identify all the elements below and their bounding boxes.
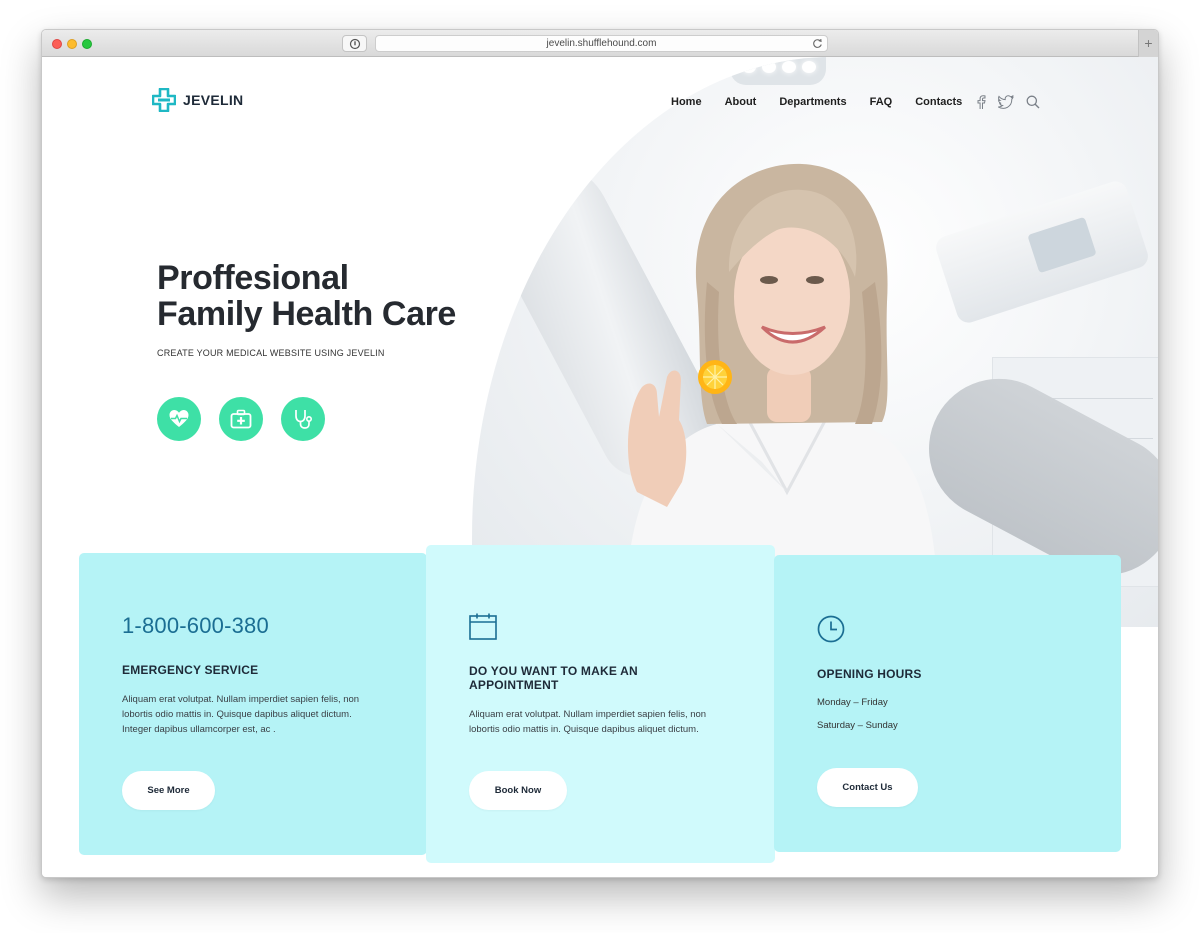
calendar-icon xyxy=(469,613,497,640)
first-aid-kit-icon xyxy=(230,409,252,429)
emergency-text-line: Integer dapibus ullamcorper est, ac . xyxy=(122,724,276,735)
hero-subtitle: CREATE YOUR MEDICAL WEBSITE USING JEVELI… xyxy=(157,348,385,358)
appointment-title: DO YOU WANT TO MAKE AN APPOINTMENT xyxy=(469,664,638,692)
appointment-text-line: Aliquam erat volutpat. Nullam imperdiet … xyxy=(469,709,707,720)
dental-lamp xyxy=(730,57,826,85)
maximize-window-button[interactable] xyxy=(82,39,92,49)
facebook-icon[interactable] xyxy=(976,95,986,109)
nav-about[interactable]: About xyxy=(725,96,757,108)
emergency-service-card: 1-800-600-380 EMERGENCY SERVICE Aliquam … xyxy=(79,553,427,855)
emergency-service-title: EMERGENCY SERVICE xyxy=(122,663,259,677)
shield-icon xyxy=(349,38,361,50)
nav-faq[interactable]: FAQ xyxy=(870,96,893,108)
brand-name: JEVELIN xyxy=(183,92,244,108)
twitter-icon[interactable] xyxy=(998,95,1015,109)
hero-title-line-2: Family Health Care xyxy=(157,295,456,333)
opening-hours-title: OPENING HOURS xyxy=(817,667,922,681)
hours-weekdays: Monday – Friday xyxy=(817,697,888,708)
hours-weekend: Saturday – Sunday xyxy=(817,720,898,731)
appointment-title-line: DO YOU WANT TO MAKE AN xyxy=(469,664,638,678)
appointment-card: DO YOU WANT TO MAKE AN APPOINTMENT Aliqu… xyxy=(426,545,775,863)
close-window-button[interactable] xyxy=(52,39,62,49)
minimize-window-button[interactable] xyxy=(67,39,77,49)
privacy-button[interactable] xyxy=(342,35,367,52)
page: JEVELIN Home About Departments FAQ Conta… xyxy=(42,57,1158,877)
hero-feature-icons xyxy=(157,397,343,441)
address-bar[interactable]: jevelin.shufflehound.com xyxy=(375,35,828,52)
medical-cross-logo-icon xyxy=(152,88,176,112)
search-icon[interactable] xyxy=(1026,95,1040,109)
site-logo[interactable]: JEVELIN xyxy=(152,88,243,112)
nav-home[interactable]: Home xyxy=(671,96,702,108)
doctor-photo xyxy=(627,163,937,582)
stethoscope-icon xyxy=(295,410,313,429)
new-tab-button[interactable]: + xyxy=(1138,30,1158,57)
appointment-text-line: lobortis odio mattis in. Quisque dapibus… xyxy=(469,724,699,735)
contact-us-button[interactable]: Contact Us xyxy=(817,768,918,807)
first-aid-badge[interactable] xyxy=(219,397,263,441)
emergency-text-line: Aliquam erat volutpat. Nullam imperdiet … xyxy=(122,694,360,705)
heart-pulse-icon xyxy=(169,410,189,427)
hero-title-line-1: Proffesional xyxy=(157,259,349,297)
stethoscope-badge[interactable] xyxy=(281,397,325,441)
main-nav: Home About Departments FAQ Contacts xyxy=(671,95,1052,109)
reload-icon[interactable] xyxy=(812,38,823,49)
emergency-text-line: lobortis odio mattis in. Quisque dapibus… xyxy=(122,709,352,720)
nav-contacts[interactable]: Contacts xyxy=(915,96,962,108)
url-text: jevelin.shufflehound.com xyxy=(546,38,657,49)
clock-icon xyxy=(817,615,845,643)
appointment-title-line: APPOINTMENT xyxy=(469,678,559,692)
hero-title: Proffesional Family Health Care xyxy=(157,260,456,332)
opening-hours-card: OPENING HOURS Monday – Friday Saturday –… xyxy=(774,555,1121,852)
nav-departments[interactable]: Departments xyxy=(779,96,846,108)
heart-pulse-badge[interactable] xyxy=(157,397,201,441)
browser-window: jevelin.shufflehound.com + JEVELIN Home … xyxy=(41,29,1159,878)
appointment-text: Aliquam erat volutpat. Nullam imperdiet … xyxy=(469,707,759,737)
book-now-button[interactable]: Book Now xyxy=(469,771,567,810)
browser-toolbar: jevelin.shufflehound.com + xyxy=(42,30,1158,57)
see-more-button[interactable]: See More xyxy=(122,771,215,810)
emergency-phone-number[interactable]: 1-800-600-380 xyxy=(122,613,269,639)
emergency-service-text: Aliquam erat volutpat. Nullam imperdiet … xyxy=(122,692,412,737)
